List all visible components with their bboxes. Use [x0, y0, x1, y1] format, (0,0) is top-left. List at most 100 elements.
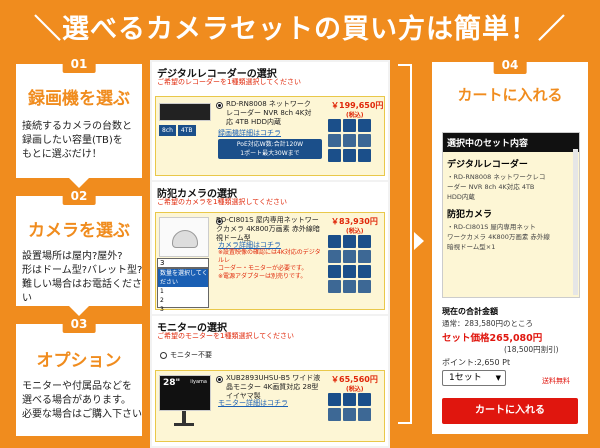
scrollbar[interactable]: [573, 149, 578, 295]
qty-option[interactable]: 1: [160, 287, 208, 296]
feature-icon: [343, 149, 356, 162]
poe-info-badge: PoE対応W数:合計120W 1ポート最大30Wまで: [218, 139, 322, 159]
step-title: カメラを選ぶ: [28, 221, 130, 241]
down-arrow-icon: [69, 306, 89, 316]
feature-icon: [328, 134, 341, 147]
total-label: 現在の合計金額: [442, 307, 498, 316]
qty-option[interactable]: 3: [160, 305, 208, 314]
price-tax: (税込): [346, 228, 364, 235]
monitor-option[interactable]: 28" iiyama XUB2893UHSU-B5 ワイド液晶モニター 4K画質…: [155, 370, 385, 442]
recorder-option[interactable]: 8ch 4TB RD-RN8008 ネットワークレコーダー NVR 8ch 4K…: [155, 96, 385, 176]
section-note: ご希望のカメラを1種類選択してください: [157, 198, 288, 206]
connector-line: [398, 422, 410, 424]
feature-icon: [343, 119, 356, 132]
feature-icon: [358, 235, 371, 248]
feature-icon: [343, 280, 356, 293]
recorder-image: [159, 103, 211, 121]
feature-icon: [328, 393, 341, 406]
feature-icon: [328, 265, 341, 278]
feature-icon: [358, 134, 371, 147]
feature-icons: [328, 119, 371, 162]
qty-option[interactable]: 2: [160, 296, 208, 305]
feature-icon: [343, 235, 356, 248]
normal-price: 通常：283,580円のところ: [442, 319, 534, 328]
monitor-none-radio[interactable]: [160, 352, 167, 359]
feature-icon: [358, 393, 371, 406]
feature-icon: [328, 119, 341, 132]
step-1-panel: 01 録画機を選ぶ 接続するカメラの台数と 録画したい容量(TB)を もとに選ぶだけ…: [16, 55, 142, 178]
feature-icon: [328, 280, 341, 293]
camera-qty-select[interactable]: 3: [157, 258, 209, 268]
selected-recorder-title: デジタルレコーダー: [447, 160, 528, 170]
feature-icon: [358, 250, 371, 263]
connector-line: [410, 64, 412, 424]
feature-icon: [358, 280, 371, 293]
monitor-detail-link[interactable]: モニター詳細はコチラ: [218, 398, 288, 408]
selected-set-box: 選択中のセット内容 デジタルレコーダー ・RD-RN8008 ネットワークレコー…: [442, 132, 580, 298]
feature-icons: [328, 393, 371, 421]
feature-icon: [328, 149, 341, 162]
step-description: 接続するカメラの台数と 録画したい容量(TB)を もとに選ぶだけ！: [22, 121, 132, 160]
step-2-panel: 02 カメラを選ぶ 設置場所は屋内?屋外? 形はドーム型?バレット型? 難しい場合は…: [16, 187, 142, 306]
section-note: ご希望のレコーダーを1種類選択してください: [157, 78, 302, 86]
price-tax: (税込): [346, 112, 364, 119]
selected-recorder-detail: ・RD-RN8008 ネットワークレコ ーダー NVR 8ch 4K対応 4TB H…: [447, 173, 546, 201]
feature-icon: [343, 134, 356, 147]
selected-camera-detail: ・RD-CI801S 屋内専用ネット ワークカメラ 4K800万画素 赤外線 暗視ド…: [447, 223, 550, 251]
step-description: 設置場所は屋内?屋外? 形はドーム型?バレット型? 難しい場合はお電話ください: [22, 251, 143, 304]
camera-section: 防犯カメラの選択 ご希望のカメラを1種類選択してください RD-CI801S 屋…: [152, 182, 388, 314]
price-tax: (税込): [346, 386, 364, 393]
points: ポイント:2,650 Pt: [442, 358, 511, 367]
feature-icon: [343, 265, 356, 278]
feature-icon: [328, 235, 341, 248]
recorder-badges: 8ch 4TB: [159, 125, 196, 136]
feature-icons: [328, 235, 371, 293]
step-description: モニターや付属品などを 選べる場合があります。 必要な場合はご購入下さい: [22, 381, 142, 420]
camera-name: RD-CI801S 屋内専用ネットワークカメラ 4K800万画素 赤外線暗視ドー…: [216, 216, 320, 242]
section-note: ご希望のモニターを1種類選択してください: [157, 332, 295, 340]
feature-icon: [358, 149, 371, 162]
cart-title: カートに入れる: [457, 86, 563, 104]
recorder-section: デジタルレコーダーの選択 ご希望のレコーダーを1種類選択してください 8ch 4…: [152, 62, 388, 180]
camera-warning: ※設置映像の確認には4K対応のデジタルレ コーダー・モニターが必要です。 ※電源アダ…: [218, 249, 321, 280]
down-arrow-icon: [69, 178, 89, 188]
cart-panel: 04 カートに入れる 選択中のセット内容 デジタルレコーダー ・RD-RN800…: [432, 56, 588, 434]
feature-icon: [343, 408, 356, 421]
qty-option-header[interactable]: 数量を選択してください: [158, 269, 208, 287]
add-to-cart-button[interactable]: カートに入れる: [442, 398, 578, 424]
feature-icon: [358, 408, 371, 421]
camera-image: [159, 217, 209, 257]
recorder-name: RD-RN8008 ネットワークレコーダー NVR 8ch 4K対応 4TB H…: [226, 100, 312, 126]
monitor-radio[interactable]: [216, 376, 223, 383]
feature-icon: [358, 119, 371, 132]
set-price: セット価格265,080円: [442, 333, 543, 344]
selected-camera-title: 防犯カメラ: [447, 210, 493, 220]
step-title: オプション: [36, 351, 122, 371]
step-number: 04: [493, 56, 527, 74]
feature-icon: [328, 250, 341, 263]
right-arrow-icon: [414, 232, 424, 250]
recorder-radio[interactable]: [216, 102, 223, 109]
set-qty-select[interactable]: 1セット ▼: [442, 370, 506, 386]
monitor-section: モニターの選択 ご希望のモニターを1種類選択してください モニター不要 28" …: [152, 316, 388, 446]
monitor-image: 28" iiyama: [159, 375, 211, 411]
monitor-name: XUB2893UHSU-B5 ワイド液晶モニター 4K画質対応 28型 イイヤマ…: [226, 374, 321, 400]
step-number: 03: [62, 315, 96, 333]
discount: (18,500円割引): [504, 345, 559, 354]
step-number: 02: [62, 187, 96, 205]
feature-icon: [343, 250, 356, 263]
feature-icon: [328, 408, 341, 421]
selected-set-title: 選択中のセット内容: [443, 133, 579, 152]
step-number: 01: [62, 55, 96, 73]
connector-line: [398, 64, 410, 66]
feature-icon: [358, 265, 371, 278]
step-3-panel: 03 オプション モニターや付属品などを 選べる場合があります。 必要な場合はご購入…: [16, 315, 142, 436]
step-title: 録画機を選ぶ: [28, 89, 130, 109]
free-shipping: 送料無料: [542, 377, 570, 385]
page-title: ＼選べるカメラセットの買い方は簡単！／: [34, 13, 566, 45]
recorder-detail-link[interactable]: 録画機詳細はコチラ: [218, 128, 281, 138]
feature-icon: [343, 393, 356, 406]
chevron-down-icon: ▼: [495, 374, 501, 382]
camera-qty-dropdown[interactable]: 数量を選択してください 1 2 3: [157, 268, 209, 313]
monitor-none-label: モニター不要: [170, 351, 212, 359]
